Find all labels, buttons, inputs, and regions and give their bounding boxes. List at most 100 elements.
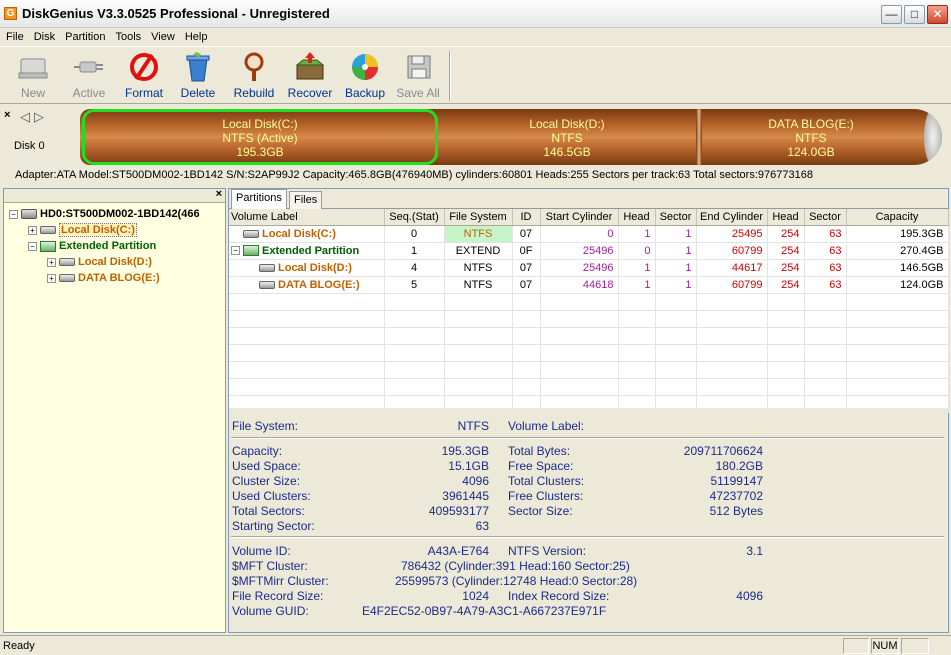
collapse-icon[interactable]: − [28, 241, 37, 251]
prev-disk-icon[interactable]: ◁ [20, 109, 34, 124]
row-capacity: 270.4GB [846, 242, 949, 260]
magnifier-icon [244, 52, 264, 81]
maximize-button[interactable]: □ [904, 5, 925, 24]
row-id: 0F [512, 242, 541, 260]
resize-grip-icon[interactable] [931, 638, 949, 654]
partition-icon [40, 226, 56, 235]
tab-partitions[interactable]: Partitions [231, 189, 287, 210]
recover-button[interactable]: Recover [283, 51, 337, 103]
menu-bar: File Disk Partition Tools View Help [0, 28, 951, 46]
new-button[interactable]: New [6, 51, 60, 103]
backup-disc-icon [352, 54, 378, 80]
menu-help[interactable]: Help [181, 28, 212, 46]
detail-value: 4096 [462, 474, 489, 488]
col-start-head[interactable]: Head [618, 209, 656, 226]
col-start-cylinder[interactable]: Start Cylinder [540, 209, 619, 226]
row-seq: 0 [384, 225, 445, 243]
row-start-head: 1 [618, 259, 656, 277]
expand-icon[interactable]: + [47, 257, 56, 267]
row-id: 07 [512, 259, 541, 277]
row-start-cyl: 0 [540, 225, 619, 243]
tree-item-data-blog-e[interactable]: + DATA BLOG(E:) [47, 270, 160, 286]
col-end-cylinder[interactable]: End Cylinder [696, 209, 768, 226]
disk-map: × ◁▷ Disk 0 Local Disk(C:) NTFS (Active)… [0, 105, 951, 167]
table-row[interactable]: DATA BLOG(E:) 5 NTFS 07 44618 1 1 60799 … [229, 276, 949, 294]
minimize-button[interactable]: — [881, 5, 902, 24]
menu-partition[interactable]: Partition [61, 28, 109, 46]
volume-guid-label: Volume GUID: [232, 604, 309, 618]
row-seq: 1 [384, 242, 445, 260]
row-end-sector: 63 [804, 276, 847, 294]
row-capacity: 146.5GB [846, 259, 949, 277]
row-start-sector: 1 [655, 225, 697, 243]
tree-close-icon[interactable]: × [216, 188, 222, 200]
col-file-system[interactable]: File System [444, 209, 513, 226]
collapse-icon[interactable]: − [231, 246, 240, 256]
row-fs: NTFS [444, 225, 513, 243]
tree-item-extended-partition[interactable]: − Extended Partition [28, 238, 156, 254]
diskmap-partition-e[interactable]: DATA BLOG(E:) NTFS 124.0GB [702, 109, 920, 165]
col-start-sector[interactable]: Sector [655, 209, 697, 226]
diskmap-partition-size: 195.3GB [236, 145, 284, 159]
col-id[interactable]: ID [512, 209, 541, 226]
file-system-value: NTFS [457, 419, 489, 433]
menu-file[interactable]: File [2, 28, 28, 46]
status-text: Ready [3, 640, 35, 652]
tree-item-label: Local Disk(D:) [78, 256, 152, 268]
recover-button-label: Recover [287, 86, 333, 100]
tab-files[interactable]: Files [289, 191, 323, 210]
expand-icon[interactable]: + [28, 225, 37, 235]
col-end-sector[interactable]: Sector [804, 209, 847, 226]
collapse-icon[interactable]: − [9, 209, 18, 219]
format-button[interactable]: Format [117, 51, 171, 103]
row-start-sector: 1 [655, 276, 697, 294]
row-end-sector: 63 [804, 259, 847, 277]
tree-item-label: DATA BLOG(E:) [78, 272, 160, 284]
row-volume-label: DATA BLOG(E:) [229, 276, 385, 294]
diskmap-partition-c[interactable]: Local Disk(C:) NTFS (Active) 195.3GB [82, 109, 438, 165]
col-capacity[interactable]: Capacity [846, 209, 949, 226]
detail-value: 512 Bytes [709, 504, 763, 518]
diskmap-partition-d[interactable]: Local Disk(D:) NTFS 146.5GB [438, 109, 696, 165]
table-row[interactable]: Local Disk(D:) 4 NTFS 07 25496 1 1 44617… [229, 259, 949, 277]
table-row-empty [229, 344, 949, 362]
active-button-label: Active [72, 86, 106, 100]
partition-icon [59, 274, 75, 283]
detail-value: 3961445 [442, 489, 489, 503]
menu-disk[interactable]: Disk [30, 28, 59, 46]
tree-item-local-disk-c[interactable]: + Local Disk(C:) [28, 222, 137, 238]
row-volume-label: Local Disk(D:) [229, 259, 385, 277]
row-start-sector: 1 [655, 242, 697, 260]
new-button-label: New [20, 86, 45, 100]
tree-item-local-disk-d[interactable]: + Local Disk(D:) [47, 254, 152, 270]
close-button[interactable]: ✕ [927, 5, 948, 24]
backup-button[interactable]: Backup [338, 51, 392, 103]
tree-disk-node[interactable]: − HD0:ST500DM002-1BD142(466 [9, 206, 200, 222]
trash-icon [186, 52, 210, 82]
detail-value: 47237702 [709, 489, 763, 503]
rebuild-button[interactable]: Rebuild [227, 51, 281, 103]
next-disk-icon[interactable]: ▷ [34, 109, 48, 124]
col-volume-label[interactable]: Volume Label [229, 209, 385, 226]
diskmap-partition-name: Local Disk(C:) [222, 117, 298, 131]
detail-label: Total Clusters: [508, 474, 585, 488]
table-row[interactable]: Local Disk(C:) 0 NTFS 07 0 1 1 25495 254… [229, 225, 949, 243]
diskmap-close-icon[interactable]: × [4, 109, 10, 121]
index-record-size-label: Index Record Size: [508, 589, 610, 603]
mftmirr-cluster-value: 25599573 (Cylinder:12748 Head:0 Sector:2… [395, 574, 638, 588]
partition-table: Volume Label Seq.(Stat) File System ID S… [229, 209, 949, 413]
mft-cluster-label: $MFT Cluster: [232, 559, 308, 573]
diskmap-partition-size: 146.5GB [543, 145, 591, 159]
table-row[interactable]: − Extended Partition 1 EXTEND 0F 25496 0 … [229, 242, 949, 260]
partition-icon [259, 263, 275, 272]
menu-tools[interactable]: Tools [111, 28, 145, 46]
expand-icon[interactable]: + [47, 273, 56, 283]
active-button[interactable]: Active [62, 51, 116, 103]
backup-button-label: Backup [344, 86, 386, 100]
detail-label: Sector Size: [508, 504, 573, 518]
menu-view[interactable]: View [147, 28, 179, 46]
col-seq[interactable]: Seq.(Stat) [384, 209, 445, 226]
col-end-head[interactable]: Head [767, 209, 805, 226]
save-all-button[interactable]: Save All [391, 51, 445, 103]
delete-button[interactable]: Delete [171, 51, 225, 103]
